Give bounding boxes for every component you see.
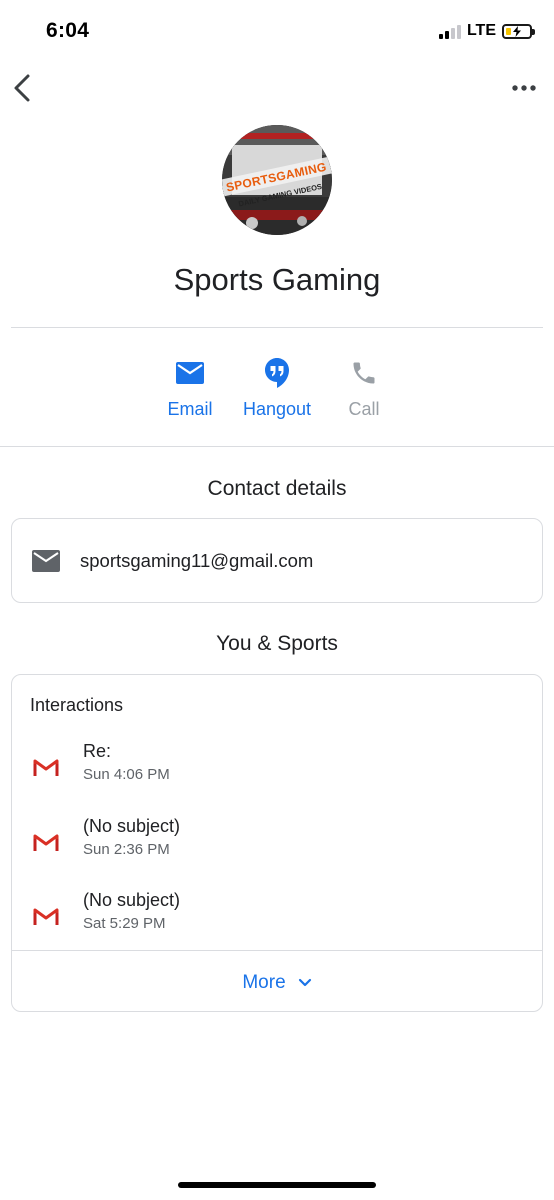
email-action-label: Email [167,399,213,419]
more-horiz-icon [512,85,536,91]
battery-charging-icon [502,23,535,39]
email-address: sportsgaming11@gmail.com [80,550,314,571]
network-type: LTE [466,22,496,39]
contact-details-card: sportsgaming11@gmail.com [11,518,543,603]
divider [11,327,543,328]
gmail-icon [33,834,59,852]
signal-strength-icon [438,23,461,39]
contact-name: Sports Gaming [173,262,381,297]
interaction-item[interactable]: Re: Sun 4:06 PM [12,741,542,801]
email-icon [176,362,204,384]
interaction-time: Sun 4:06 PM [83,766,170,783]
interaction-subject: (No subject) [83,890,181,910]
contact-details-title: Contact details [207,477,347,500]
more-options-button[interactable] [512,80,536,96]
interaction-subject: Re: [83,741,112,761]
gmail-icon [33,908,59,926]
interactions-title: Interactions [30,695,124,715]
gmail-icon [33,759,59,777]
interaction-time: Sun 2:36 PM [83,841,170,858]
phone-icon [353,362,375,384]
chevron-down-icon [298,978,311,986]
home-indicator[interactable] [178,1182,376,1188]
hangout-action-button[interactable]: Hangout [232,355,322,420]
email-icon [32,550,60,572]
interactions-card: Interactions Re: Sun 4:06 PM (No subject… [11,674,543,1012]
status-time: 6:04 [46,19,90,42]
interaction-time: Sat 5:29 PM [83,915,166,932]
call-action-button[interactable]: Call [319,355,409,420]
back-button[interactable] [10,72,36,104]
status-indicators: LTE [438,22,535,40]
interaction-item[interactable]: (No subject) Sat 5:29 PM [12,890,542,950]
interaction-item[interactable]: (No subject) Sun 2:36 PM [12,816,542,876]
email-action-button[interactable]: Email [145,355,235,420]
divider [0,446,554,447]
more-button[interactable]: More [12,950,542,1014]
more-label: More [242,971,286,993]
you-and-title: You & Sports [216,632,338,655]
chevron-left-icon [14,74,30,102]
hangouts-icon [265,358,289,388]
email-row[interactable]: sportsgaming11@gmail.com [12,519,542,603]
avatar: SPORTSGAMING DAILY GAMING VIDEOS [222,125,332,235]
hangout-action-label: Hangout [242,399,312,419]
interaction-subject: (No subject) [83,816,181,836]
call-action-label: Call [348,399,380,419]
